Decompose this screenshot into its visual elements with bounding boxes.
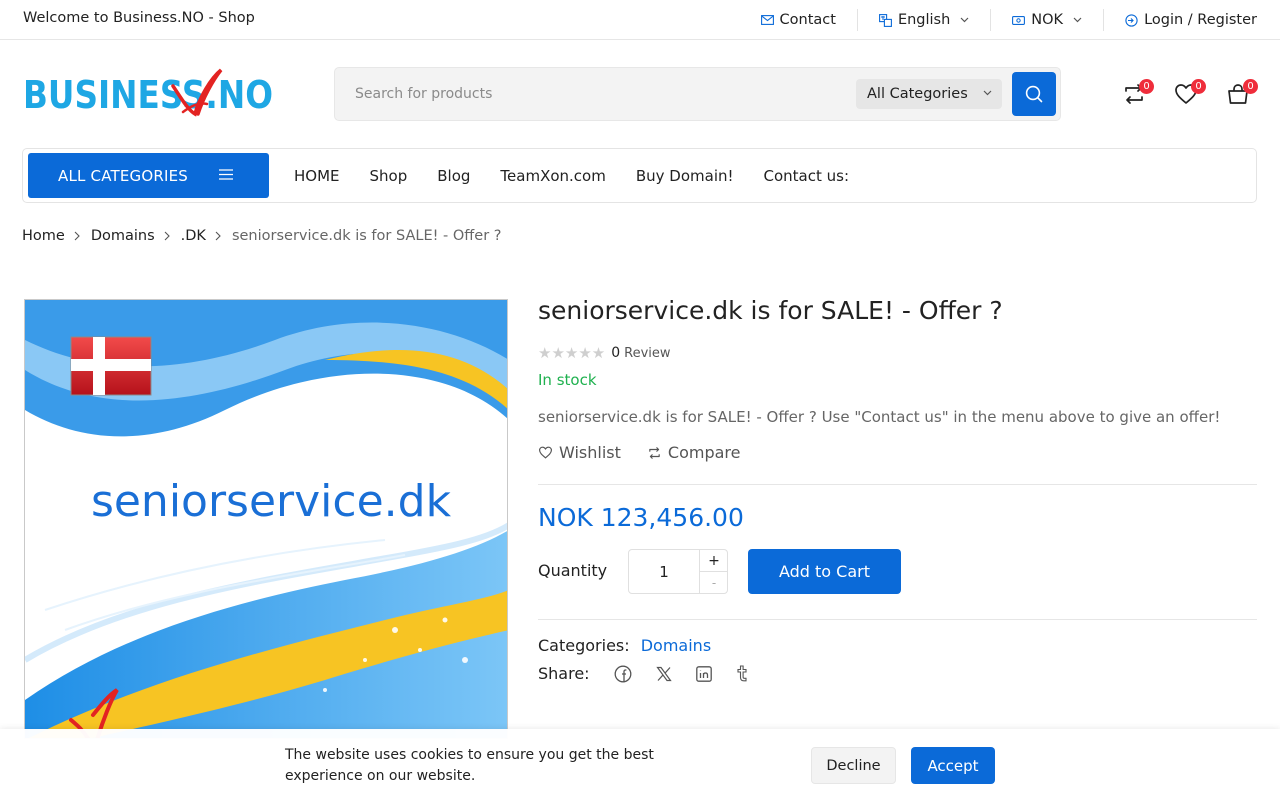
quantity-input[interactable] (629, 550, 699, 593)
stock-status: In stock (538, 371, 597, 389)
compare-count-badge: 0 (1139, 79, 1154, 94)
add-to-cart-button[interactable]: Add to Cart (748, 549, 901, 594)
linkedin-icon (695, 665, 712, 682)
cookie-accept-button[interactable]: Accept (911, 747, 995, 784)
share-x[interactable] (655, 666, 672, 682)
mail-icon (760, 15, 774, 25)
search-input[interactable] (355, 83, 835, 105)
product-actions: Wishlist Compare (538, 443, 766, 462)
nav-link-home[interactable]: HOME (294, 167, 340, 185)
product-banner-graphic: seniorservice.dk (25, 300, 507, 738)
all-categories-button[interactable]: ALL CATEGORIES (28, 153, 269, 198)
compare-label: Compare (667, 443, 741, 462)
nav-link-contact-us[interactable]: Contact us: (764, 167, 850, 185)
compare-icon (649, 446, 660, 459)
review-label: Review (624, 345, 671, 361)
cart-count-badge: 0 (1243, 79, 1258, 94)
tumblr-icon (737, 665, 747, 682)
language-label: English (897, 12, 951, 28)
divider (1103, 9, 1105, 31)
divider (990, 9, 992, 31)
chevron-down-icon (1073, 17, 1082, 23)
menu-icon (219, 169, 233, 180)
nav-link-teamxon[interactable]: TeamXon.com (500, 167, 605, 185)
divider (538, 484, 1257, 485)
cookie-decline-button[interactable]: Decline (811, 747, 896, 784)
top-bar-right: Contact English NOK Login / Register (760, 0, 1257, 40)
breadcrumb-dk[interactable]: .DK (181, 228, 206, 244)
login-label: Login / Register (1144, 12, 1257, 28)
contact-link[interactable]: Contact (760, 12, 836, 28)
x-twitter-icon (655, 666, 672, 681)
quantity-label: Quantity (538, 561, 608, 580)
share-linkedin[interactable] (695, 665, 712, 682)
translate-icon (878, 13, 892, 27)
heart-icon (538, 446, 553, 459)
money-icon (1012, 15, 1026, 25)
product-title: seniorservice.dk is for SALE! - Offer ? (538, 296, 1003, 325)
share-facebook[interactable] (614, 665, 632, 683)
product-rating[interactable]: ★★★★★ 0 Review (538, 344, 671, 362)
category-link-domains[interactable]: Domains (641, 636, 711, 655)
share-label: Share: (538, 664, 590, 683)
chevron-right-icon (164, 231, 170, 241)
share-row: Share: (538, 664, 748, 683)
nav-link-buy-domain[interactable]: Buy Domain! (636, 167, 734, 185)
breadcrumb-home[interactable]: Home (22, 228, 65, 244)
language-selector[interactable]: English (878, 12, 969, 28)
login-icon (1125, 13, 1138, 27)
svg-text:BUSINESS.NO: BUSINESS.NO (23, 73, 273, 117)
site-logo[interactable]: BUSINESS.NO (23, 68, 275, 118)
product-image[interactable]: seniorservice.dk (24, 299, 508, 739)
product-description: seniorservice.dk is for SALE! - Offer ? … (538, 408, 1221, 426)
nav-link-blog[interactable]: Blog (437, 167, 470, 185)
divider (856, 9, 858, 31)
quantity-stepper: + - (628, 549, 728, 594)
category-select-label: All Categories (867, 86, 968, 102)
chevron-right-icon (74, 231, 80, 241)
breadcrumb: Home Domains .DK seniorservice.dk is for… (22, 228, 501, 244)
top-bar: Welcome to Business.NO - Shop Contact En… (0, 0, 1280, 40)
nav-links: HOME Shop Blog TeamXon.com Buy Domain! C… (294, 149, 879, 202)
search-icon (1025, 85, 1043, 103)
business-no-logo: BUSINESS.NO (23, 68, 273, 117)
categories-label: Categories: (538, 636, 630, 655)
currency-selector[interactable]: NOK (1012, 12, 1082, 28)
breadcrumb-current: seniorservice.dk is for SALE! - Offer ? (231, 228, 502, 244)
main-navigation: ALL CATEGORIES HOME Shop Blog TeamXon.co… (22, 148, 1257, 203)
quantity-decrease-button[interactable]: - (699, 572, 728, 593)
all-categories-label: ALL CATEGORIES (58, 166, 189, 185)
rating-stars: ★★★★★ (538, 344, 606, 362)
login-register-link[interactable]: Login / Register (1125, 12, 1257, 28)
product-price: NOK 123,456.00 (538, 503, 744, 532)
contact-label: Contact (779, 12, 836, 28)
welcome-text: Welcome to Business.NO - Shop (23, 10, 255, 26)
category-select[interactable]: All Categories (856, 79, 1002, 109)
breadcrumb-domains[interactable]: Domains (91, 228, 155, 244)
search-button[interactable] (1012, 72, 1056, 116)
wishlist-button[interactable]: Wishlist (538, 443, 621, 462)
nav-link-shop[interactable]: Shop (370, 167, 408, 185)
currency-label: NOK (1031, 12, 1064, 28)
cookie-message: The website uses cookies to ensure you g… (285, 747, 654, 784)
compare-header-button[interactable]: 0 (1120, 79, 1154, 108)
chevron-down-icon (960, 17, 969, 23)
wishlist-label: Wishlist (559, 443, 621, 462)
compare-button[interactable]: Compare (647, 443, 741, 462)
quantity-increase-button[interactable]: + (699, 550, 728, 572)
facebook-icon (614, 665, 632, 682)
wishlist-count-badge: 0 (1191, 79, 1206, 94)
product-image-domain-text: seniorservice.dk (91, 476, 452, 527)
product-categories: Categories: Domains (538, 636, 711, 655)
wishlist-header-button[interactable]: 0 (1172, 79, 1206, 108)
chevron-right-icon (215, 231, 221, 241)
chevron-down-icon (983, 90, 992, 96)
review-count: 0 (611, 345, 621, 361)
cart-header-button[interactable]: 0 (1224, 79, 1258, 108)
share-tumblr[interactable] (736, 665, 748, 682)
cookie-consent-bar: The website uses cookies to ensure you g… (0, 729, 1280, 800)
divider (538, 619, 1257, 620)
search-bar: All Categories (334, 67, 1061, 121)
